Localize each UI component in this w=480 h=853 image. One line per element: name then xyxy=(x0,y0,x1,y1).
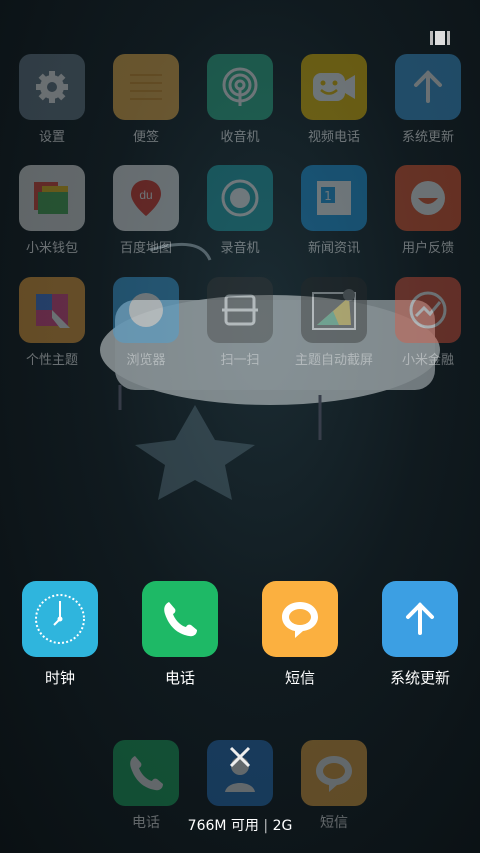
phone-icon xyxy=(113,740,179,806)
dock: 电话 短信 xyxy=(0,0,480,853)
close-all-icon[interactable] xyxy=(226,743,254,771)
memory-available: 766M 可用 xyxy=(187,818,259,834)
memory-status: 766M 可用 | 2G xyxy=(187,818,293,834)
message-icon xyxy=(301,740,367,806)
network-type: 2G xyxy=(272,818,293,834)
